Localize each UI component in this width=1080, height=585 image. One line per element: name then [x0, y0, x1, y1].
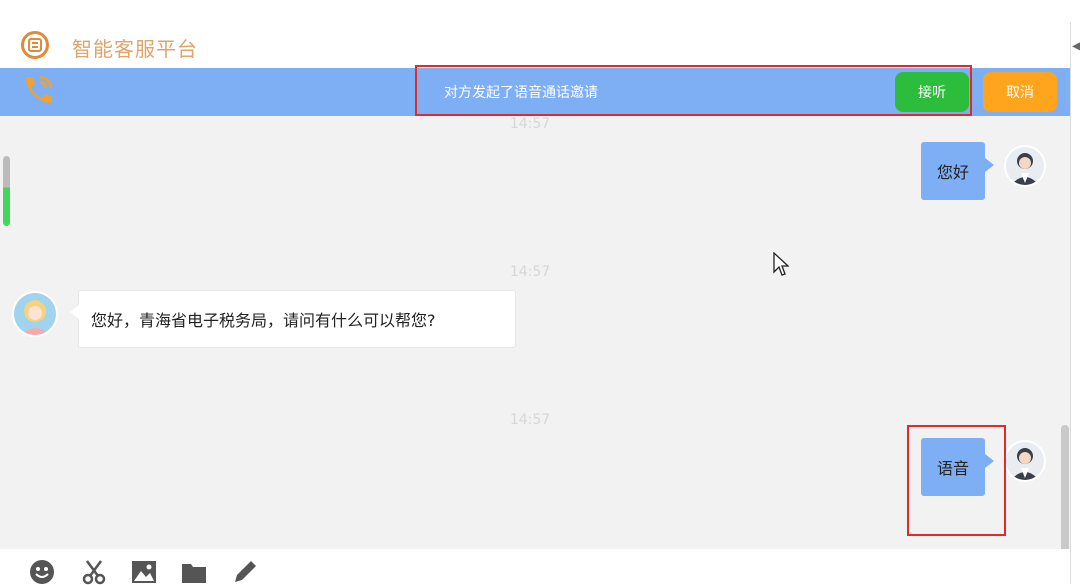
- top-strip: [0, 0, 1080, 23]
- agent-avatar: [1004, 145, 1046, 187]
- agent-avatar: [1004, 440, 1046, 482]
- scissors-icon[interactable]: [81, 559, 107, 585]
- side-panel-edge: [1070, 22, 1080, 584]
- accept-call-button[interactable]: 接听: [895, 72, 969, 112]
- message-timestamp: 14:57: [509, 412, 551, 428]
- call-invite-bar: 对方发起了语音通话邀请 接听 取消: [0, 68, 1070, 116]
- app-title: 智能客服平台: [72, 37, 198, 61]
- folder-icon[interactable]: [181, 559, 207, 585]
- image-icon[interactable]: [131, 559, 157, 585]
- message-bubble-out: 您好: [921, 142, 994, 200]
- call-invite-message: 对方发起了语音通话邀请: [444, 85, 598, 101]
- chat-scrollbar[interactable]: [1061, 425, 1069, 569]
- app-header: 智能客服平台: [0, 22, 1070, 69]
- phone-call-icon: [26, 75, 53, 103]
- message-timestamp: 14:57: [509, 264, 551, 280]
- emoji-icon[interactable]: [29, 559, 55, 585]
- message-bubble-out: 语音: [921, 438, 994, 496]
- mouse-cursor-icon: [773, 252, 789, 276]
- input-toolbar: [0, 549, 1070, 585]
- customer-avatar: [12, 291, 58, 337]
- brand-logo: [21, 31, 49, 59]
- message-timestamp: 14:57: [509, 116, 551, 132]
- pencil-icon[interactable]: [232, 559, 258, 585]
- chevron-left-icon[interactable]: ◀: [1072, 38, 1080, 54]
- message-bubble-in: 您好，青海省电子税务局，请问有什么可以帮您?: [70, 290, 516, 348]
- volume-indicator: [3, 156, 10, 226]
- chat-window: 智能客服平台 对方发起了语音通话邀请 接听 取消 14:57 您好 14:57 …: [0, 22, 1070, 585]
- cancel-call-button[interactable]: 取消: [983, 72, 1057, 112]
